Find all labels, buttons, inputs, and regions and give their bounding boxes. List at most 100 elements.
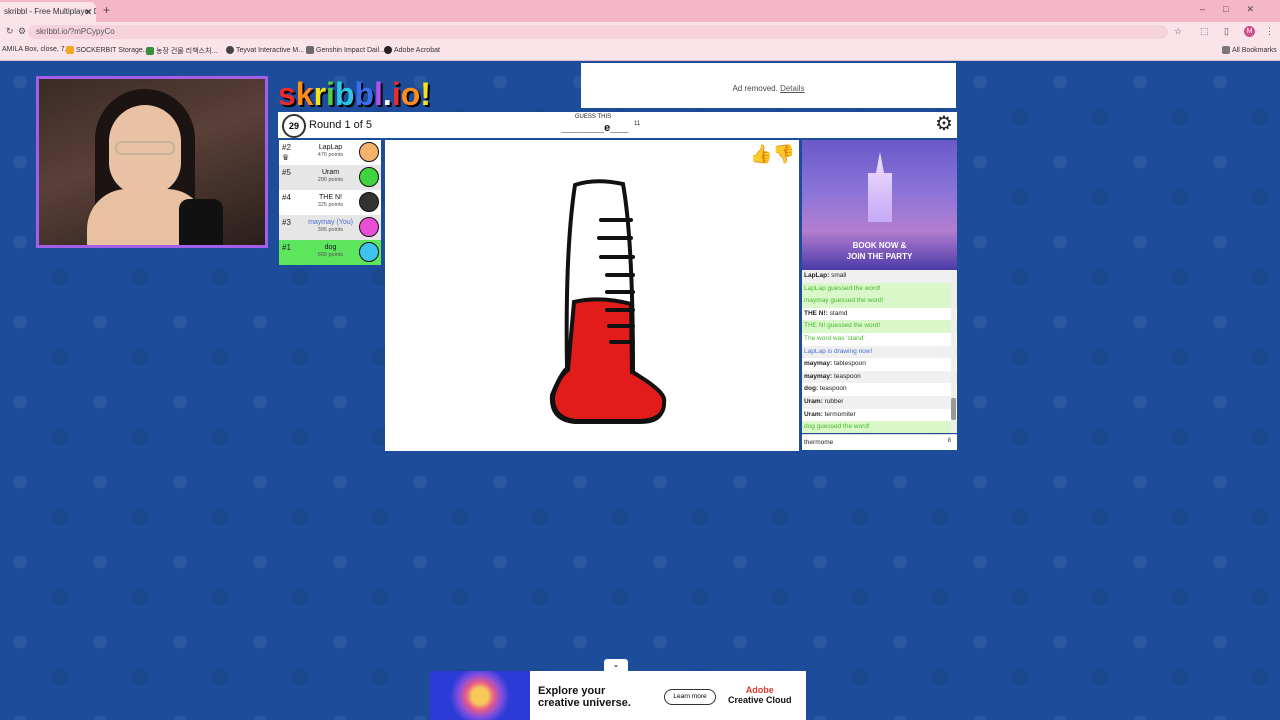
ad-headline: Explore your creative universe.	[538, 685, 631, 709]
chat-message: maymay: teaspoon	[802, 370, 957, 384]
sidebar-icon[interactable]: ▯	[1224, 26, 1229, 37]
bookmark-item[interactable]: 농장 건물 리책스처...	[146, 46, 217, 56]
bookmark-item[interactable]: SOCKERBIT Storage...	[66, 46, 149, 54]
chat-message: Uram: termomiter	[802, 409, 957, 422]
learn-more-button[interactable]: Learn more	[664, 689, 716, 705]
chat-text: tablespoon	[834, 360, 866, 368]
player-avatar	[359, 192, 379, 212]
menu-icon[interactable]: ⋮	[1265, 26, 1274, 37]
logo-letter: b	[334, 76, 355, 112]
profile-avatar[interactable]: M	[1244, 26, 1255, 37]
scroll-thumb[interactable]	[951, 398, 956, 420]
collapse-chevron-icon[interactable]: ⌄	[604, 659, 628, 671]
chat-user: dog:	[804, 385, 819, 393]
chat-log[interactable]: LapLap: small LapLap guessed the word! may…	[802, 270, 957, 433]
player-rank: #2	[282, 143, 291, 152]
bookmark-item[interactable]: Adobe Acrobat	[384, 46, 440, 54]
logo-letter: l	[374, 76, 383, 112]
player-row[interactable]: #2 LapLap 470 points ♛	[279, 140, 381, 165]
crown-icon: ♛	[282, 153, 290, 162]
player-rank: #3	[282, 218, 291, 227]
all-bookmarks[interactable]: All Bookmarks	[1222, 46, 1277, 54]
logo-letter: r	[313, 76, 327, 112]
chat-text: teaspoon	[834, 372, 861, 380]
url-field[interactable]: skribbl.io/?mPCypyCo	[28, 25, 1168, 39]
adobe-brand: Adobe Creative Cloud	[728, 685, 792, 705]
logo-letter: .	[382, 76, 392, 112]
chat-message: LapLap guessed the word!	[802, 282, 957, 296]
chat-user: Uram:	[804, 397, 823, 405]
thermometer-drawing	[549, 179, 667, 424]
tab-title: skribbl - Free Multiplayer D	[4, 7, 96, 16]
chat-text: LapLap guessed the word!	[804, 284, 881, 292]
ad-artwork	[430, 671, 530, 720]
player-points: 395 points	[317, 227, 344, 233]
player-name: THE N!	[319, 194, 342, 201]
chat-input-box: 8	[802, 434, 957, 450]
ad-removed-box: Ad removed. Details	[581, 63, 956, 108]
browser-tab[interactable]: skribbl - Free Multiplayer D ✕	[0, 2, 96, 22]
ad-details-link[interactable]: Details	[780, 84, 804, 93]
chat-user: THE N!:	[804, 309, 828, 317]
chat-text: maymay guessed the word!	[804, 297, 884, 305]
player-avatar	[359, 167, 379, 187]
site-info-icon[interactable]: ⚙	[18, 26, 26, 37]
game-header: 29 Round 1 of 5 GUESS THIS _______e___ 1…	[278, 112, 957, 138]
player-row[interactable]: #3 maymay (You) 395 points	[279, 215, 381, 240]
chat-message: dog: teaspoon	[802, 383, 957, 396]
address-bar: ↻ ⚙ skribbl.io/?mPCypyCo ☆ ⬚ ▯ M ⋮	[0, 22, 1280, 42]
logo-letter: b	[354, 76, 375, 112]
char-count: 8	[947, 438, 951, 444]
chat-message: Uram: rubber	[802, 395, 957, 409]
chat-scrollbar[interactable]	[951, 270, 956, 433]
new-tab-button[interactable]: +	[103, 3, 110, 17]
extensions-icon[interactable]: ⬚	[1200, 26, 1209, 37]
bookmark-item[interactable]: AMILA Box, close, 7...	[2, 46, 70, 53]
chat-message: LapLap is drawing now!	[802, 345, 957, 359]
player-rank: #4	[282, 193, 291, 202]
logo-letter: s	[278, 76, 296, 112]
chat-user: LapLap:	[804, 272, 830, 279]
chat-message: dog guessed the word!	[802, 421, 957, 433]
chat-text: stamd	[829, 309, 848, 317]
microphone-shape	[179, 199, 223, 245]
chat-message: LapLap: small	[802, 270, 957, 283]
round-label: Round 1 of 5	[309, 119, 372, 131]
close-tab-icon[interactable]: ✕	[84, 2, 92, 22]
player-rank: #1	[282, 243, 291, 252]
player-row[interactable]: #5 Uram 290 points	[279, 165, 381, 190]
chat-text: THE N! guessed the word!	[804, 322, 881, 330]
logo-letter: i	[391, 76, 401, 112]
chat-input[interactable]	[804, 436, 939, 448]
bookmark-item[interactable]: Genshin Impact Dail...	[306, 46, 385, 54]
castle-image	[868, 152, 892, 222]
chat-text: rubber	[824, 397, 844, 405]
player-points: 290 points	[317, 177, 344, 183]
drawing-canvas[interactable]: 👍👎	[385, 140, 799, 451]
settings-gear-icon[interactable]: ⚙	[933, 113, 955, 135]
timer-clock-icon: 29	[282, 114, 306, 138]
chat-message: THE N!: stamd	[802, 308, 957, 321]
word-length: 11	[634, 121, 641, 127]
reload-icon[interactable]: ↻	[6, 26, 14, 37]
browser-titlebar: skribbl - Free Multiplayer D ✕ + –□✕	[0, 0, 1280, 22]
chat-user: maymay:	[804, 372, 833, 380]
chat-text: teaspoon	[819, 385, 847, 393]
bookmark-star-icon[interactable]: ☆	[1174, 26, 1182, 37]
logo-letter: !	[420, 76, 431, 112]
skribbl-logo: skribbl.io!	[278, 76, 431, 113]
player-row[interactable]: #4 THE N! 325 points	[279, 190, 381, 215]
player-name: dog	[324, 244, 337, 251]
player-name: maymay (You)	[308, 219, 353, 226]
glasses-shape	[115, 141, 175, 155]
webcam-overlay	[36, 76, 268, 248]
chat-text: LapLap is drawing now!	[804, 347, 873, 355]
bottom-advertisement[interactable]: Explore your creative universe. Learn mo…	[430, 671, 806, 720]
chat-message: The word was 'stand'	[802, 332, 957, 346]
player-row[interactable]: #1 dog 665 points	[279, 240, 381, 265]
window-controls[interactable]: –□✕	[1200, 4, 1272, 15]
side-advertisement[interactable]: BOOK NOW & JOIN THE PARTY	[802, 140, 957, 270]
player-list: #2 LapLap 470 points ♛ #5 Uram 290 points #4 THE…	[279, 140, 381, 265]
bookmark-item[interactable]: Teyvat Interactive M...	[226, 46, 304, 54]
logo-letter: k	[295, 76, 314, 112]
